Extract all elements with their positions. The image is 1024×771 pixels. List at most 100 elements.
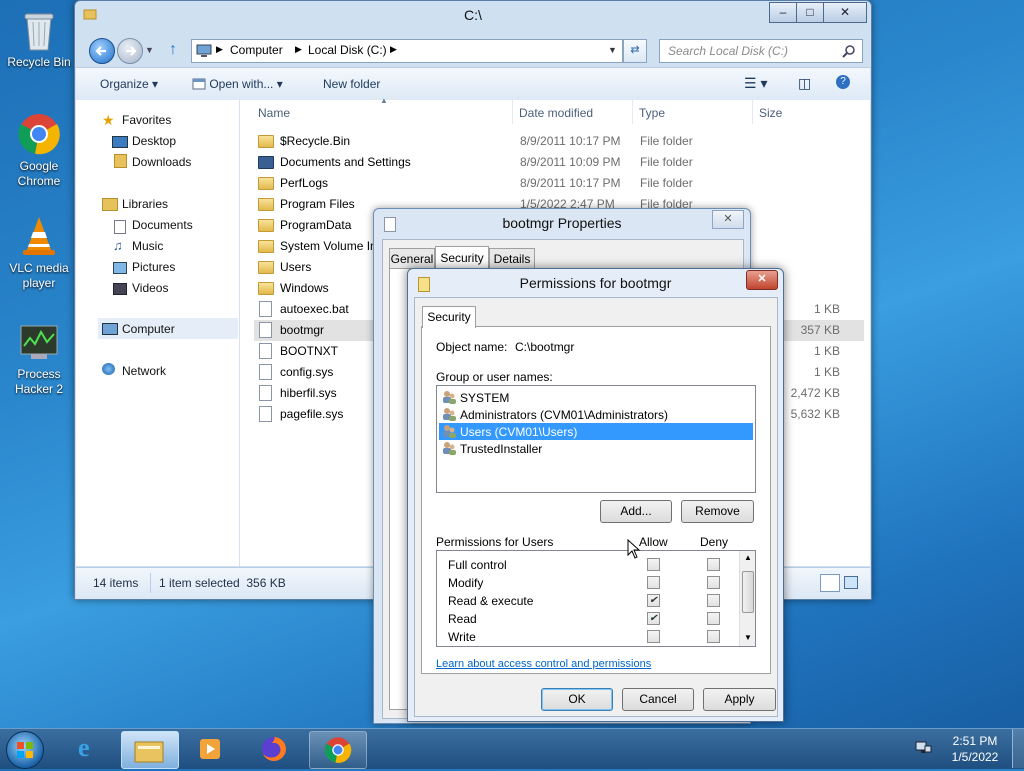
computer-icon xyxy=(196,44,212,57)
show-desktop-button[interactable] xyxy=(1012,729,1024,768)
address-bar[interactable]: ▶ Computer ▶ Local Disk (C:) ▶ ▼ xyxy=(191,39,623,63)
downloads-icon xyxy=(114,154,127,168)
taskbar-explorer-active[interactable] xyxy=(121,731,179,769)
column-date-modified[interactable]: Date modified xyxy=(519,106,593,120)
object-name-label: Object name: xyxy=(436,340,508,354)
system-clock[interactable]: 2:51 PM 1/5/2022 xyxy=(945,733,1005,765)
column-size[interactable]: Size xyxy=(759,106,782,120)
user-name: Users (CVM01\Users) xyxy=(460,425,578,439)
large-icons-view-icon[interactable] xyxy=(844,576,858,589)
taskbar-chrome[interactable] xyxy=(309,731,367,769)
file-name: Documents and Settings xyxy=(280,155,411,169)
nav-pictures[interactable]: Pictures xyxy=(132,260,175,274)
user-list[interactable]: SYSTEM Administrators (CVM01\Administrat… xyxy=(436,385,756,493)
breadcrumb-local-disk[interactable]: Local Disk (C:) xyxy=(308,43,387,57)
nav-desktop[interactable]: Desktop xyxy=(132,134,176,148)
scroll-down-icon[interactable]: ▼ xyxy=(744,633,752,642)
folder-icon xyxy=(258,240,274,253)
help-icon[interactable]: ? xyxy=(836,75,850,89)
close-button[interactable]: ✕ xyxy=(823,2,867,23)
add-button[interactable]: Add... xyxy=(600,500,672,523)
back-button[interactable] xyxy=(89,38,115,64)
tab-general[interactable]: General xyxy=(389,248,435,269)
view-options-icon[interactable]: ☰ ▾ xyxy=(744,75,767,92)
properties-close-button[interactable]: ✕ xyxy=(712,210,744,229)
folder-icon xyxy=(258,135,274,148)
taskbar-firefox[interactable] xyxy=(246,731,302,767)
desktop-icon-recycle-bin[interactable]: Recycle Bin xyxy=(4,8,74,70)
nav-downloads[interactable]: Downloads xyxy=(132,155,191,169)
pictures-icon xyxy=(113,262,127,274)
file-row[interactable]: $Recycle.Bin 8/9/2011 10:17 PM File folder xyxy=(254,131,864,152)
user-row-selected[interactable]: Users (CVM01\Users) xyxy=(439,423,753,440)
chevron-right-icon: ▶ xyxy=(295,44,302,54)
new-folder-button[interactable]: New folder xyxy=(323,77,380,91)
allow-checkbox[interactable]: ✔ xyxy=(647,594,660,607)
file-name: System Volume In xyxy=(280,239,377,253)
nav-computer[interactable]: Computer xyxy=(122,322,175,336)
preview-pane-icon[interactable]: ◫ xyxy=(798,75,811,92)
file-name: Program Files xyxy=(280,197,355,211)
deny-checkbox[interactable] xyxy=(707,576,720,589)
network-tray-icon[interactable] xyxy=(914,739,932,757)
file-date: 8/9/2011 10:09 PM xyxy=(520,155,621,169)
column-type[interactable]: Type xyxy=(639,106,665,120)
minimize-button[interactable]: – xyxy=(769,2,797,23)
start-button[interactable] xyxy=(6,731,44,769)
learn-more-link[interactable]: Learn about access control and permissio… xyxy=(436,658,651,670)
allow-checkbox[interactable] xyxy=(647,630,660,643)
nav-favorites[interactable]: Favorites xyxy=(122,113,171,127)
allow-checkbox[interactable] xyxy=(647,558,660,571)
deny-checkbox[interactable] xyxy=(707,612,720,625)
tab-security[interactable]: Security xyxy=(435,246,489,269)
address-dropdown-icon[interactable]: ▼ xyxy=(608,45,617,55)
permissions-list[interactable]: Full control Modify Read & execute ✔ Read… xyxy=(436,550,756,647)
tab-security[interactable]: Security xyxy=(422,306,476,328)
column-name[interactable]: Name xyxy=(258,106,290,120)
permissions-scrollbar[interactable]: ▲ ▼ xyxy=(739,551,755,646)
allow-checkbox[interactable]: ✔ xyxy=(647,612,660,625)
deny-checkbox[interactable] xyxy=(707,630,720,643)
deny-checkbox[interactable] xyxy=(707,594,720,607)
desktop-icon-google-chrome[interactable]: Google Chrome xyxy=(4,112,74,189)
nav-documents[interactable]: Documents xyxy=(132,218,193,232)
breadcrumb-computer[interactable]: Computer xyxy=(230,43,283,57)
maximize-button[interactable]: □ xyxy=(796,2,824,23)
organize-menu[interactable]: Organize ▾ xyxy=(100,77,158,91)
user-row[interactable]: Administrators (CVM01\Administrators) xyxy=(439,406,753,423)
refresh-button[interactable]: ⇄ xyxy=(623,39,647,63)
nav-videos[interactable]: Videos xyxy=(132,281,168,295)
up-arrow-icon[interactable]: ↑ xyxy=(169,41,177,59)
desktop-icon-vlc[interactable]: VLC media player xyxy=(4,214,74,291)
user-row[interactable]: TrustedInstaller xyxy=(439,440,753,457)
apply-button[interactable]: Apply xyxy=(703,688,776,711)
scroll-up-icon[interactable]: ▲ xyxy=(744,553,752,562)
desktop-icon-process-hacker[interactable]: Process Hacker 2 xyxy=(4,320,74,397)
nav-libraries[interactable]: Libraries xyxy=(122,197,168,211)
taskbar-internet-explorer[interactable]: e xyxy=(62,731,118,767)
deny-checkbox[interactable] xyxy=(707,558,720,571)
remove-button[interactable]: Remove xyxy=(681,500,754,523)
nav-network[interactable]: Network xyxy=(122,364,166,378)
details-view-icon[interactable] xyxy=(820,574,840,592)
object-name-value: C:\bootmgr xyxy=(515,340,575,354)
scrollbar-thumb[interactable] xyxy=(742,571,754,613)
taskbar-media-player[interactable] xyxy=(182,731,238,767)
allow-checkbox[interactable] xyxy=(647,576,660,589)
forward-button[interactable] xyxy=(117,38,143,64)
nav-music[interactable]: Music xyxy=(132,239,163,253)
tab-details[interactable]: Details xyxy=(489,248,535,269)
system-file-icon xyxy=(259,364,272,380)
recent-pages-chevron-icon[interactable]: ▼ xyxy=(145,45,154,55)
folder-icon xyxy=(258,261,274,274)
file-row[interactable]: Documents and Settings 8/9/2011 10:09 PM F… xyxy=(254,152,864,173)
search-box[interactable]: Search Local Disk (C:) xyxy=(659,39,863,63)
file-row[interactable]: PerfLogs 8/9/2011 10:17 PM File folder xyxy=(254,173,864,194)
user-row[interactable]: SYSTEM xyxy=(439,389,753,406)
permissions-close-button[interactable]: ✕ xyxy=(746,270,778,290)
ok-button[interactable]: OK xyxy=(541,688,613,711)
cancel-button[interactable]: Cancel xyxy=(622,688,694,711)
file-date: 8/9/2011 10:17 PM xyxy=(520,176,621,190)
permissions-dialog[interactable]: Permissions for bootmgr ✕ Security Objec… xyxy=(407,268,784,722)
open-with-menu[interactable]: Open with... ▾ xyxy=(192,77,283,91)
